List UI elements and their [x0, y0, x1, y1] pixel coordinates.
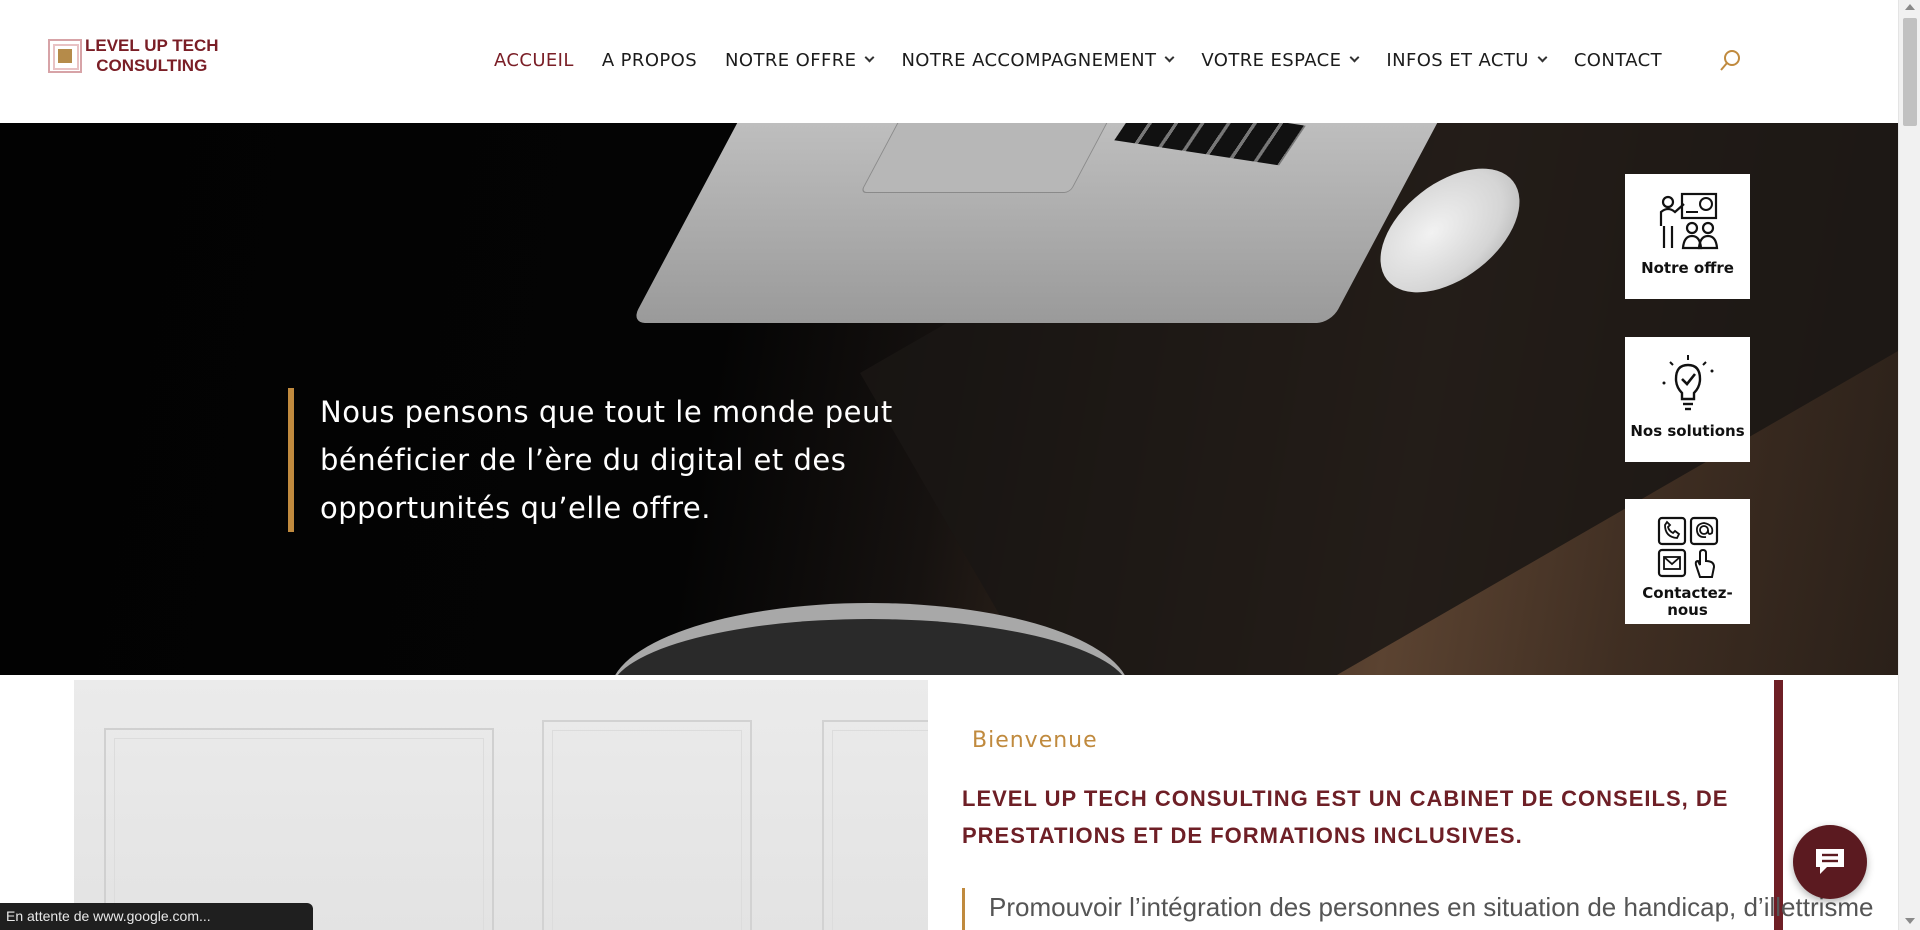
scroll-up-arrow-icon[interactable]: [1905, 4, 1915, 10]
card-label: Contactez-nous: [1642, 584, 1733, 619]
logo-line-1: LEVEL UP TECH: [85, 36, 219, 55]
scroll-thumb[interactable]: [1903, 18, 1917, 126]
welcome-title: LEVEL UP TECH CONSULTING EST UN CABINET …: [962, 786, 1729, 848]
nav-item-a-propos[interactable]: A PROPOS: [602, 50, 697, 71]
card-nos-solutions[interactable]: Nos solutions: [1625, 337, 1750, 462]
wall-panel: [104, 728, 494, 930]
welcome-section: Bienvenue LEVEL UP TECH CONSULTING EST U…: [0, 675, 1898, 930]
welcome-body-text: Promouvoir l’intégration des personnes e…: [989, 892, 1874, 922]
nav-item-notre-offre[interactable]: NOTRE OFFRE: [725, 49, 875, 71]
search-icon[interactable]: [1718, 47, 1744, 73]
hero-quote-text: Nous pensons que tout le monde peut béné…: [320, 395, 893, 525]
hero-banner: Nous pensons que tout le monde peut béné…: [0, 123, 1898, 675]
logo-mark-icon: [48, 39, 82, 73]
hero-trackpad-image: [860, 123, 1110, 193]
chat-button[interactable]: [1793, 825, 1867, 899]
logo-text: LEVEL UP TECH CONSULTING: [85, 36, 219, 76]
logo-line-2: CONSULTING: [96, 56, 208, 75]
nav-label: NOTRE ACCOMPAGNEMENT: [901, 49, 1157, 71]
site-logo[interactable]: LEVEL UP TECH CONSULTING: [48, 36, 219, 76]
page-scrollbar[interactable]: [1898, 0, 1920, 930]
nav-item-notre-accompagnement[interactable]: NOTRE ACCOMPAGNEMENT: [901, 49, 1175, 71]
card-notre-offre[interactable]: Notre offre: [1625, 174, 1750, 299]
wall-panel: [822, 720, 928, 930]
nav-label: A PROPOS: [601, 49, 698, 71]
chevron-down-icon: [1349, 52, 1360, 63]
main-nav: ACCUEIL A PROPOS NOTRE OFFRE NOTRE ACCOM…: [494, 48, 1662, 72]
nav-item-infos-et-actu[interactable]: INFOS ET ACTU: [1386, 49, 1548, 71]
presentation-icon: [1659, 192, 1718, 250]
card-contactez-nous[interactable]: Contactez-nous: [1625, 499, 1750, 624]
nav-label: INFOS ET ACTU: [1386, 49, 1529, 71]
nav-item-accueil[interactable]: ACCUEIL: [494, 50, 574, 71]
browser-status-bar: En attente de www.google.com...: [0, 903, 313, 930]
scroll-down-arrow-icon[interactable]: [1905, 918, 1915, 924]
nav-item-votre-espace[interactable]: VOTRE ESPACE: [1201, 49, 1360, 71]
nav-label: CONTACT: [1573, 49, 1663, 71]
chat-bubble-icon: [1816, 849, 1844, 874]
chevron-down-icon: [1164, 52, 1175, 63]
hero-quote: Nous pensons que tout le monde peut béné…: [288, 388, 928, 532]
nav-label: VOTRE ESPACE: [1201, 49, 1342, 71]
card-label: Nos solutions: [1630, 422, 1745, 440]
site-header: LEVEL UP TECH CONSULTING ACCUEIL A PROPO…: [0, 0, 1898, 123]
wall-panel: [542, 720, 752, 930]
chevron-down-icon: [1537, 52, 1548, 63]
lightbulb-check-icon: [1662, 355, 1713, 411]
welcome-photo: [74, 680, 928, 930]
card-label: Notre offre: [1641, 259, 1734, 277]
nav-item-contact[interactable]: CONTACT: [1574, 50, 1662, 71]
chevron-down-icon: [864, 52, 875, 63]
nav-label: NOTRE OFFRE: [725, 49, 857, 71]
welcome-kicker: Bienvenue: [972, 728, 1098, 753]
contact-grid-icon: [1657, 516, 1718, 578]
welcome-box: Bienvenue LEVEL UP TECH CONSULTING EST U…: [928, 680, 1874, 930]
welcome-body: Promouvoir l’intégration des personnes e…: [962, 888, 1874, 930]
nav-label: ACCUEIL: [494, 49, 574, 71]
